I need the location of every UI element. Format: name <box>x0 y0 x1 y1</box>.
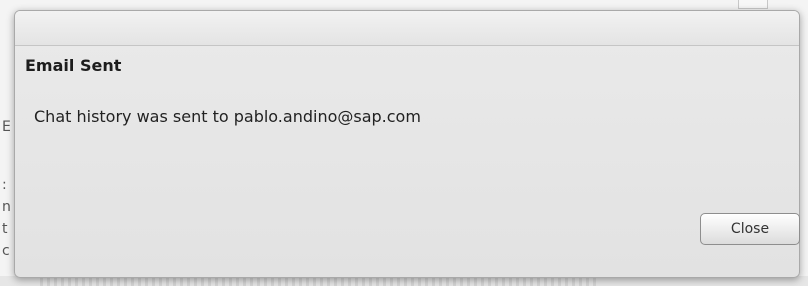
dialog-message: Chat history was sent to pablo.andino@sa… <box>34 107 421 126</box>
email-sent-dialog <box>14 10 800 278</box>
background-char: t <box>2 221 8 237</box>
close-button[interactable]: Close <box>700 213 800 245</box>
background-left-text: E : n t c <box>0 0 14 286</box>
background-char: : <box>2 177 7 193</box>
background-char: E <box>2 119 11 135</box>
background-control <box>738 0 768 9</box>
dialog-header-bar <box>15 11 799 46</box>
background-bottom-text <box>40 278 600 286</box>
background-char: n <box>2 199 11 215</box>
dialog-title: Email Sent <box>25 56 122 75</box>
background-char: c <box>2 243 10 259</box>
